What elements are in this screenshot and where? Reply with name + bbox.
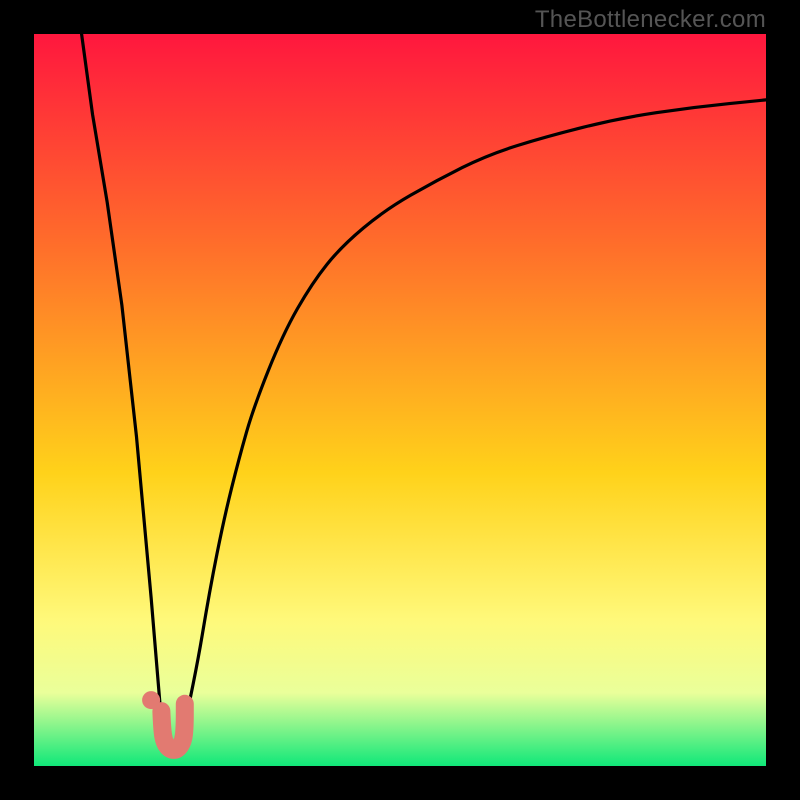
chart-svg xyxy=(34,34,766,766)
plot-area xyxy=(34,34,766,766)
gradient-background xyxy=(34,34,766,766)
dot-marker xyxy=(142,691,160,709)
watermark-text: TheBottlenecker.com xyxy=(535,6,766,34)
outer-frame: TheBottlenecker.com xyxy=(0,0,800,800)
